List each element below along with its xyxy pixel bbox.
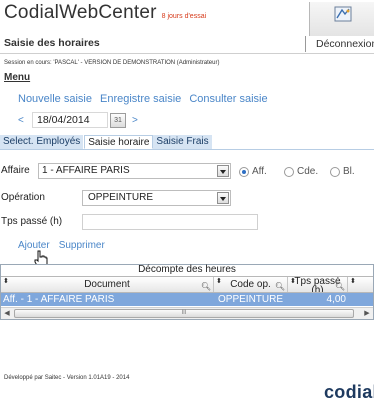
column-code-op[interactable]: ⬍ Code op. 🔍︎ [214, 277, 288, 292]
scroll-thumb[interactable]: III [14, 309, 354, 318]
radio-aff-label: Aff. [252, 166, 267, 177]
column-tps-passe[interactable]: ⬍ Tps passé (h) 🔍︎ [288, 277, 348, 292]
delete-button[interactable]: Supprimer [59, 240, 105, 251]
new-entry-link[interactable]: Nouvelle saisie [18, 93, 92, 105]
date-field[interactable]: 18/04/2014 [32, 112, 108, 128]
operation-select[interactable]: OPPEINTURE [82, 190, 231, 206]
filter-icon: 🔍︎ [274, 282, 285, 291]
cell-extra [348, 293, 372, 306]
filter-icon: 🔍︎ [334, 282, 345, 291]
radio-dot [330, 166, 340, 177]
tps-input[interactable] [82, 214, 258, 230]
brand-logo: codial® [324, 382, 374, 403]
radio-aff[interactable]: Aff. [239, 166, 267, 177]
operation-value: OPPEINTURE [88, 192, 154, 203]
grid-header: ⬍ Document 🔍︎ ⬍ Code op. 🔍︎ ⬍ Tps passé … [1, 276, 373, 293]
operation-label: Opération [1, 192, 45, 203]
table-row[interactable]: Aff. - 1 - AFFAIRE PARIS OPPEINTURE 4,00 [1, 293, 373, 306]
tab-select-employes[interactable]: Select. Employés [0, 135, 85, 149]
logout-button[interactable]: Déconnexion [305, 36, 374, 52]
footer-text: Développé par Saitec - Version 1.01A19 -… [4, 375, 130, 381]
grid-action-links: Ajouter Supprimer [18, 240, 105, 251]
tab-saisie-frais[interactable]: Saisie Frais [153, 135, 213, 149]
cell-document: Aff. - 1 - AFFAIRE PARIS [3, 294, 115, 305]
action-links: Nouvelle saisie Enregistre saisie Consul… [18, 93, 268, 105]
date-navigator: < 18/04/2014 31 > [18, 112, 146, 128]
page-title: Saisie des horaires [4, 37, 100, 49]
menu-link[interactable]: Menu [4, 72, 30, 83]
tab-saisie-horaire[interactable]: Saisie horaire [84, 135, 154, 149]
view-entry-link[interactable]: Consulter saisie [189, 93, 267, 105]
scroll-left-icon[interactable]: ◀ [1, 308, 13, 319]
column-extra[interactable]: ⬍ [348, 277, 372, 292]
cell-code: OPPEINTURE [218, 294, 284, 305]
save-entry-link[interactable]: Enregistre saisie [100, 93, 181, 105]
next-date-button[interactable]: > [132, 115, 146, 126]
column-document[interactable]: ⬍ Document 🔍︎ [1, 277, 214, 292]
horizontal-scrollbar[interactable]: ◀ III ▶ [1, 307, 373, 319]
grid-title: Décompte des heures [1, 265, 373, 276]
calendar-icon[interactable]: 31 [110, 112, 126, 128]
radio-dot [284, 166, 294, 177]
chevron-down-icon [217, 192, 229, 204]
home-logo-icon [334, 6, 352, 22]
affaire-select[interactable]: 1 - AFFAIRE PARIS [38, 163, 231, 179]
radio-bl-label: Bl. [343, 166, 355, 177]
affaire-label: Affaire [1, 165, 30, 176]
tps-label: Tps passé (h) [1, 216, 63, 227]
tab-bar: Select. Employés Saisie horaire Saisie F… [0, 135, 374, 150]
radio-bl[interactable]: Bl. [330, 166, 355, 177]
chevron-down-icon [217, 165, 229, 177]
radio-cde-label: Cde. [297, 166, 319, 177]
app-header: CodialWebCenter 8 jours d'essai [4, 2, 207, 23]
radio-dot [239, 166, 249, 177]
cell-time: 4,00 [326, 294, 346, 305]
header-divider [0, 53, 374, 54]
sort-icon: ⬍ [350, 278, 356, 285]
session-info: Session en cours: 'PASCAL' - VERSION DE … [4, 60, 220, 66]
app-title: CodialWebCenter [4, 2, 157, 23]
filter-icon: 🔍︎ [200, 282, 211, 291]
prev-date-button[interactable]: < [18, 115, 32, 126]
brand-name: codial [324, 382, 374, 402]
radio-cde[interactable]: Cde. [284, 166, 318, 177]
scroll-right-icon[interactable]: ▶ [361, 308, 373, 319]
trial-notice: 8 jours d'essai [161, 13, 207, 20]
column-document-label: Document [84, 279, 130, 290]
affaire-value: 1 - AFFAIRE PARIS [42, 165, 130, 176]
home-button[interactable] [309, 2, 374, 36]
scroll-grip: III [181, 310, 187, 316]
hours-grid: Décompte des heures ⬍ Document 🔍︎ ⬍ Code… [0, 264, 374, 320]
calendar-day: 31 [114, 116, 122, 124]
